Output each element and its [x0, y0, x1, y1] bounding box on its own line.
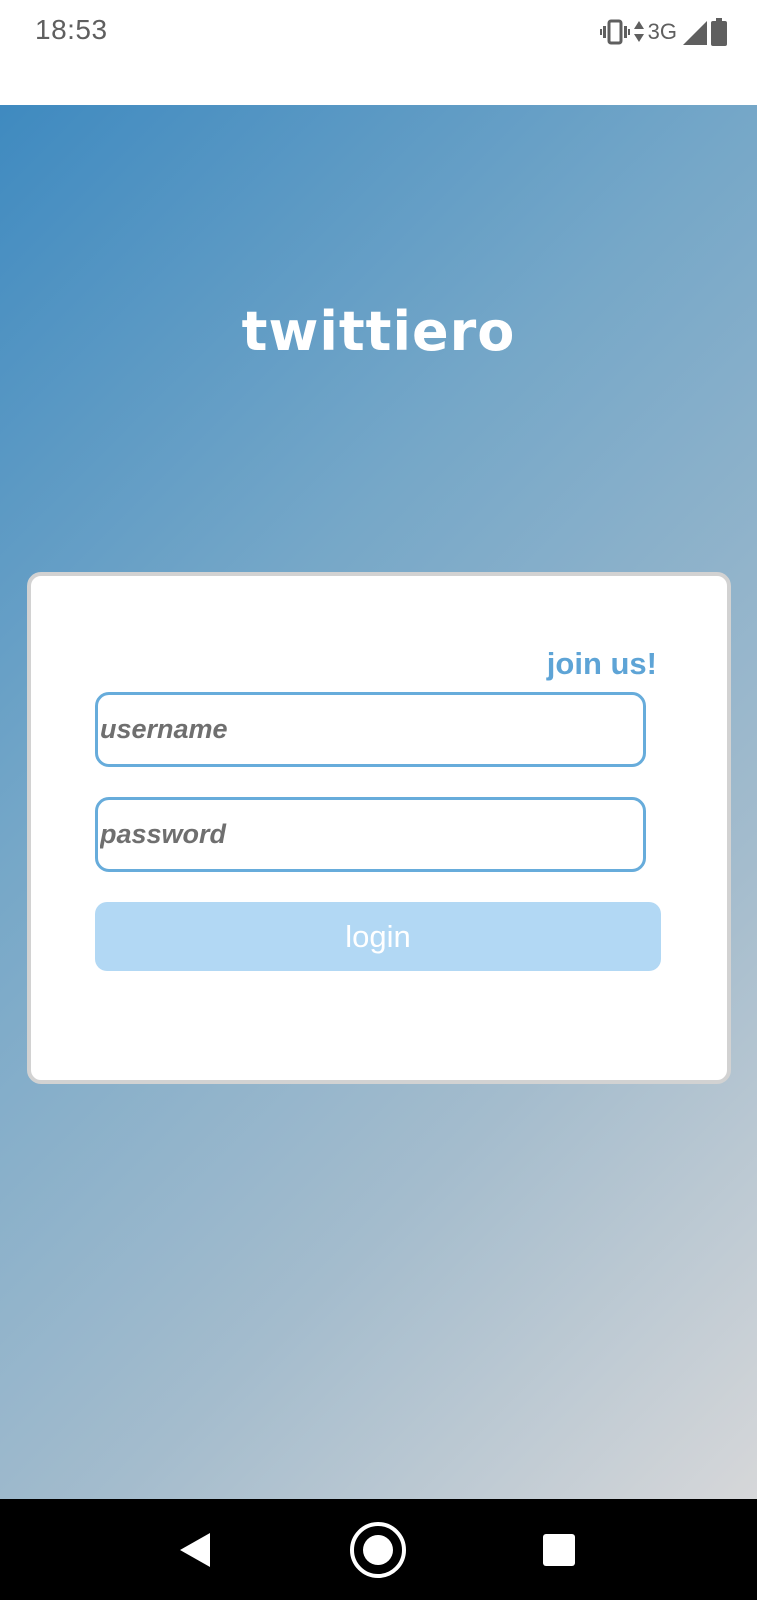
recents-button[interactable] [514, 1499, 604, 1600]
login-card: join us! login [27, 572, 731, 1084]
join-us-link[interactable]: join us! [547, 646, 657, 682]
home-button[interactable] [333, 1499, 423, 1600]
recents-icon [543, 1533, 575, 1566]
data-arrows-icon [633, 19, 644, 45]
login-button[interactable]: login [95, 902, 661, 971]
signal-icon [681, 19, 707, 45]
status-time: 18:53 [35, 14, 108, 45]
back-icon [180, 1532, 210, 1567]
app-logo: twittiero [241, 300, 516, 363]
password-input[interactable] [98, 819, 643, 850]
back-button[interactable] [150, 1499, 240, 1600]
navigation-bar [0, 1499, 757, 1600]
network-label: 3G [647, 19, 677, 44]
password-field-wrapper [95, 797, 646, 872]
status-bar: 18:53 3G [0, 0, 757, 105]
login-screen: twittiero join us! login [0, 105, 757, 1499]
vibrate-icon [599, 19, 630, 45]
username-field-wrapper [95, 692, 646, 767]
username-input[interactable] [98, 714, 643, 745]
battery-icon [711, 18, 727, 46]
status-icons: 3G [599, 16, 727, 48]
home-icon [350, 1521, 406, 1578]
